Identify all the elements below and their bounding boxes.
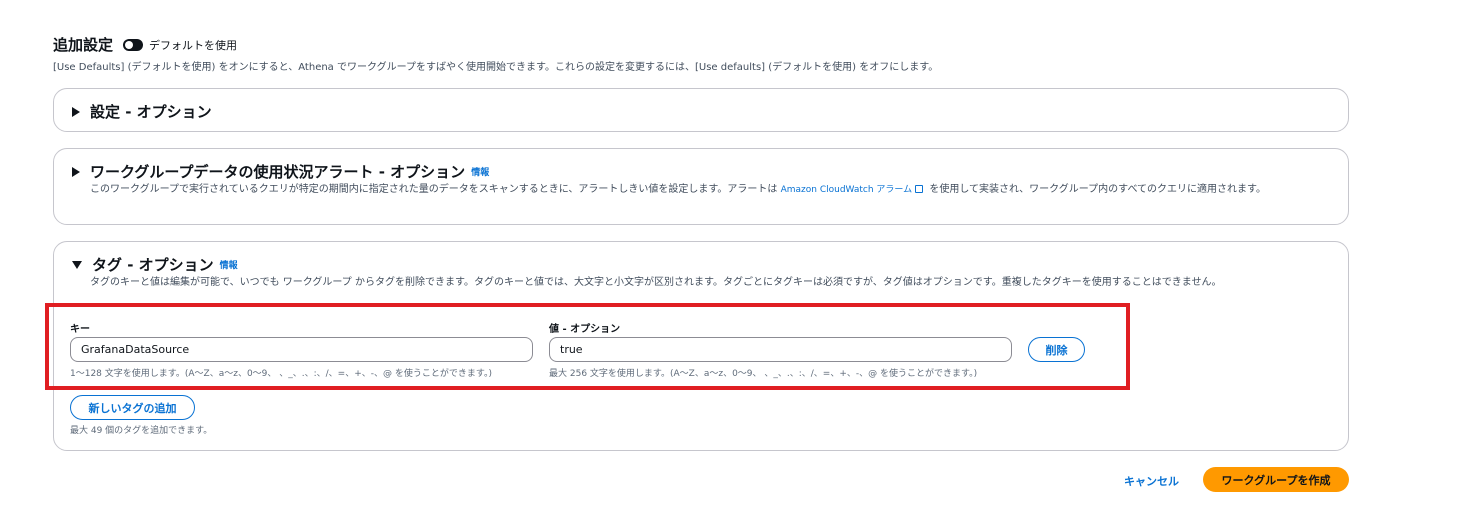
- settings-panel-header[interactable]: 設定 - オプション: [72, 101, 212, 122]
- alerts-desc-after: を使用して実装され、ワークグループ内のすべてのクエリに適用されます。: [929, 184, 1267, 195]
- toggle-label: デフォルトを使用: [149, 38, 238, 52]
- alerts-panel-description: このワークグループで実行されているクエリが特定の期間内に指定された量のデータをス…: [90, 182, 1330, 198]
- use-defaults-toggle[interactable]: [123, 38, 144, 51]
- tags-info-link[interactable]: 情報: [220, 258, 238, 271]
- toggle-knob: [125, 40, 134, 49]
- external-link-icon: [915, 185, 924, 193]
- tags-panel-title: タグ - オプション: [92, 256, 214, 274]
- alerts-panel-header[interactable]: ワークグループデータの使用状況アラート - オプション 情報: [72, 161, 489, 182]
- caret-right-icon: [72, 166, 80, 177]
- settings-panel: 設定 - オプション: [53, 88, 1349, 132]
- create-workgroup-button[interactable]: ワークグループを作成: [1203, 467, 1349, 492]
- caret-down-icon: [72, 260, 82, 269]
- highlight-box: [45, 303, 1130, 390]
- caret-right-icon: [72, 106, 80, 117]
- tag-limit-hint: 最大 49 個のタグを追加できます。: [70, 426, 213, 436]
- tags-panel-description: タグのキーと値は編集が可能で、いつでも ワークグループ からタグを削除できます。…: [90, 277, 1222, 288]
- section-title: 追加設定: [53, 36, 114, 54]
- alerts-panel: ワークグループデータの使用状況アラート - オプション 情報 このワークグループ…: [53, 148, 1349, 225]
- additional-settings-header: 追加設定 デフォルトを使用: [53, 34, 237, 55]
- alerts-info-link[interactable]: 情報: [471, 165, 489, 178]
- cloudwatch-alarm-link[interactable]: Amazon CloudWatch アラーム: [781, 185, 913, 195]
- tags-panel-header[interactable]: タグ - オプション 情報: [72, 254, 238, 275]
- settings-panel-title: 設定 - オプション: [90, 103, 212, 121]
- add-tag-button[interactable]: 新しいタグの追加: [70, 395, 195, 420]
- alerts-desc-before: このワークグループで実行されているクエリが特定の期間内に指定された量のデータをス…: [90, 184, 778, 195]
- section-description: [Use Defaults] (デフォルトを使用) をオンにすると、Athena…: [53, 62, 939, 73]
- cancel-button[interactable]: キャンセル: [1124, 473, 1179, 489]
- alerts-panel-title: ワークグループデータの使用状況アラート - オプション: [90, 163, 466, 181]
